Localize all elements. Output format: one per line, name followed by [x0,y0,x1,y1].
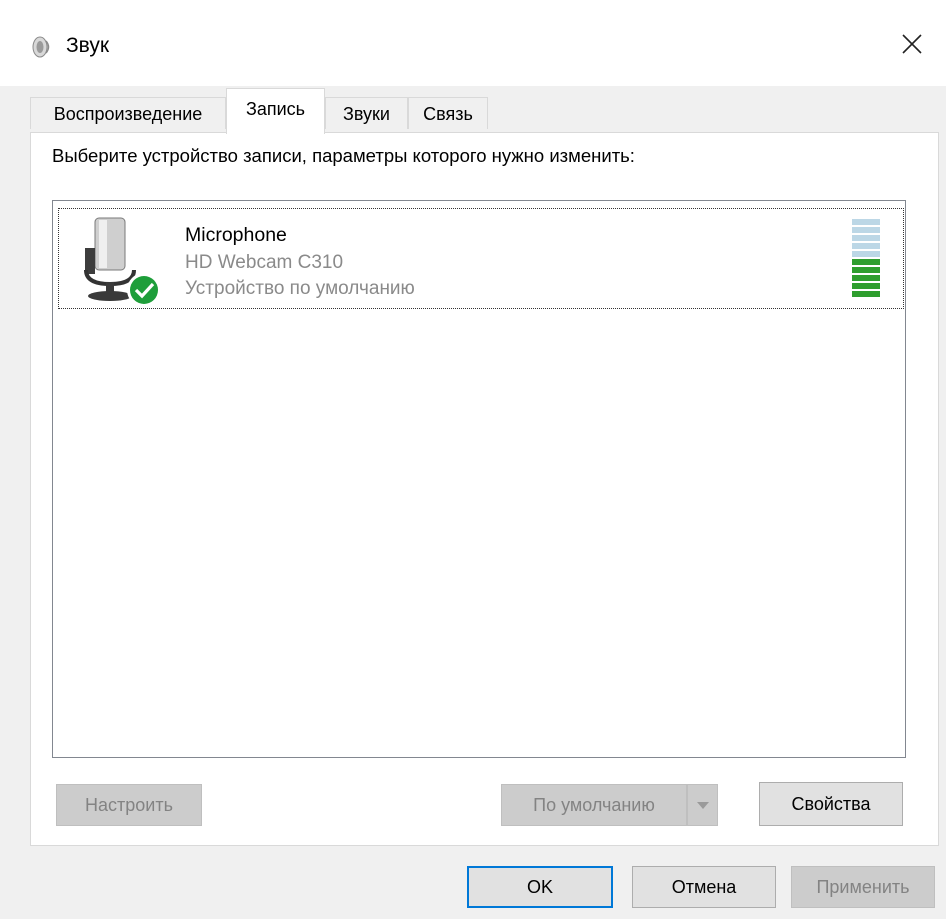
ok-button[interactable]: OK [467,866,613,908]
properties-button[interactable]: Свойства [759,782,903,826]
tab-sounds[interactable]: Звуки [325,97,408,129]
tab-playback[interactable]: Воспроизведение [30,97,226,129]
level-segment-active [852,259,880,265]
level-segment-inactive [852,235,880,241]
device-status: Устройство по умолчанию [185,278,415,299]
level-segment-inactive [852,243,880,249]
sound-dialog: Звук Воспроизведение Запись Звуки Связь … [0,0,946,919]
tab-communications[interactable]: Связь [408,97,488,129]
set-default-button[interactable]: По умолчанию [501,784,687,826]
apply-button[interactable]: Применить [791,866,935,908]
level-segment-active [852,267,880,273]
level-meter [852,219,880,297]
close-icon [902,34,922,54]
level-segment-inactive [852,219,880,225]
instruction-text: Выберите устройство записи, параметры ко… [52,145,635,166]
chevron-down-icon [696,802,709,810]
microphone-icon [84,217,161,307]
speaker-icon [32,36,50,58]
cancel-button[interactable]: Отмена [632,866,776,908]
device-name: Microphone [185,224,287,246]
set-default-dropdown-button[interactable] [687,784,718,826]
level-segment-active [852,283,880,289]
device-description: HD Webcam C310 [185,252,344,273]
level-segment-inactive [852,251,880,257]
title-bar: Звук [0,0,946,86]
configure-button[interactable]: Настроить [56,784,202,826]
default-check-icon [127,273,161,307]
level-segment-active [852,291,880,297]
window-title: Звук [66,34,110,57]
tab-recording[interactable]: Запись [226,88,325,134]
level-segment-inactive [852,227,880,233]
level-segment-active [852,275,880,281]
close-button[interactable] [884,18,940,70]
